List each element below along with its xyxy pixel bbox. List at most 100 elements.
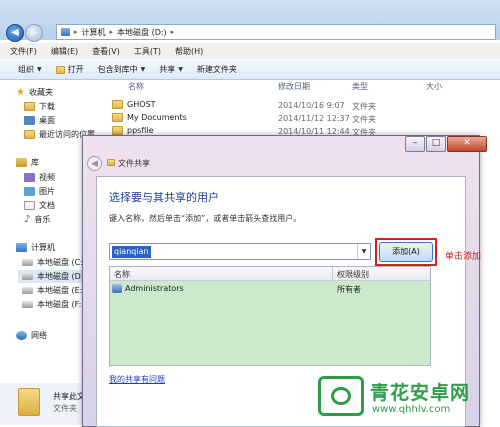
table-row[interactable]: Administrators (112, 284, 184, 293)
nav-pictures[interactable]: 图片 (24, 186, 55, 197)
star-icon: ★ (16, 87, 25, 98)
folder-icon (18, 388, 40, 416)
nav-desktop[interactable]: 桌面 (24, 115, 55, 126)
address-bar[interactable]: ▸ 计算机 ▸ 本地磁盘 (D:) ▸ (56, 24, 496, 40)
computer-icon (61, 28, 70, 36)
dropdown-arrow-icon: ▼ (37, 66, 42, 73)
nav-drive-e[interactable]: 本地磁盘 (E:) (22, 285, 86, 296)
file-date: 2014/11/12 12:37 (278, 114, 350, 123)
share-label: 共享 (159, 65, 176, 74)
nav-label: 音乐 (34, 215, 51, 224)
menu-view[interactable]: 查看(V) (92, 46, 120, 57)
forward-button[interactable]: ▶ (25, 24, 43, 42)
nav-label: 图片 (39, 187, 55, 196)
share-user-table (109, 266, 431, 366)
dropdown-arrow-icon[interactable]: ▼ (357, 244, 370, 259)
file-row[interactable]: GHOST (112, 100, 155, 109)
column-header-date[interactable]: 修改日期 (278, 81, 310, 93)
sharing-problem-link[interactable]: 我的共享有问题 (109, 374, 165, 385)
recent-places-icon (24, 130, 35, 139)
chevron-right-icon: ▸ (109, 28, 114, 36)
dialog-title: 文件共享 (107, 158, 150, 169)
nav-drive-d[interactable]: 本地磁盘 (D:) (18, 270, 91, 283)
library-icon (16, 158, 27, 167)
breadcrumb-drive-d[interactable]: 本地磁盘 (D:) (117, 27, 167, 38)
menu-help[interactable]: 帮助(H) (175, 46, 203, 57)
breadcrumb-computer[interactable]: 计算机 (82, 27, 106, 38)
open-label: 打开 (67, 65, 84, 74)
organize-button[interactable]: 组织 ▼ (18, 64, 42, 75)
share-button[interactable]: 共享 ▼ (159, 64, 183, 75)
file-row[interactable]: ppsfile (112, 126, 154, 135)
drive-icon (22, 301, 33, 308)
nav-music[interactable]: ♪ 音乐 (24, 214, 50, 225)
nav-downloads[interactable]: 下载 (24, 101, 55, 112)
maximize-button[interactable]: □ (426, 136, 446, 152)
nav-computer[interactable]: 计算机 (16, 242, 55, 253)
nav-documents[interactable]: 文档 (24, 200, 55, 211)
nav-drive-f[interactable]: 本地磁盘 (F:) (22, 299, 84, 310)
user-name-input[interactable]: qianqian ▼ (109, 243, 371, 260)
chevron-right-icon: ▸ (74, 28, 78, 36)
back-button[interactable]: ◀ (6, 24, 24, 42)
share-icon (107, 159, 115, 166)
nav-label: 视频 (39, 173, 55, 182)
open-icon (55, 65, 65, 74)
documents-icon (24, 201, 35, 210)
nav-label: 本地磁盘 (C:) (37, 258, 87, 267)
dialog-title-text: 文件共享 (118, 159, 150, 168)
include-label: 包含到库中 (97, 65, 138, 74)
file-name: GHOST (127, 100, 156, 109)
drive-icon (22, 259, 33, 266)
include-library-button[interactable]: 包含到库中 ▼ (98, 64, 146, 75)
open-button[interactable]: 打开 (55, 64, 84, 75)
nav-label: 桌面 (39, 116, 55, 125)
watermark-url: www.qhhlv.com (372, 404, 451, 415)
column-header-name[interactable]: 名称 (128, 81, 144, 93)
row-permission[interactable]: 所有者 (337, 284, 361, 295)
nav-network[interactable]: 网络 (16, 330, 47, 341)
chevron-right-icon: ▸ (170, 28, 175, 36)
close-button[interactable]: ✕ (447, 136, 487, 152)
pictures-icon (24, 187, 35, 196)
new-folder-button[interactable]: 新建文件夹 (197, 64, 237, 75)
nav-label: 库 (31, 158, 39, 167)
nav-label: 收藏夹 (28, 88, 53, 97)
dialog-heading: 选择要与其共享的用户 (109, 191, 219, 204)
file-row[interactable]: My Documents (112, 113, 187, 122)
back-arrow-icon[interactable]: ◀ (87, 156, 102, 171)
drive-icon (22, 287, 33, 294)
nav-drive-c[interactable]: 本地磁盘 (C:) (22, 257, 86, 268)
downloads-icon (24, 102, 35, 111)
details-name: 共享此文 (53, 392, 85, 401)
nav-label: 网络 (31, 331, 47, 340)
annotation-label: 单击添加 (445, 252, 482, 262)
folder-icon (112, 126, 123, 135)
nav-label: 本地磁盘 (F:) (37, 300, 85, 309)
nav-label: 本地磁盘 (E:) (37, 286, 86, 295)
file-type: 文件夹 (352, 115, 376, 124)
menu-edit[interactable]: 编辑(E) (51, 46, 78, 57)
watermark-logo (318, 376, 364, 416)
computer-icon (16, 243, 27, 252)
column-header-type[interactable]: 类型 (352, 81, 368, 93)
column-divider (332, 267, 333, 280)
nav-videos[interactable]: 视频 (24, 172, 55, 183)
nav-libraries[interactable]: 库 (16, 157, 39, 168)
menu-tools[interactable]: 工具(T) (134, 46, 161, 57)
minimize-button[interactable]: – (405, 136, 425, 152)
folder-icon (112, 113, 123, 122)
menu-file[interactable]: 文件(F) (10, 46, 37, 57)
column-header-size[interactable]: 大小 (426, 81, 442, 93)
user-name-value: qianqian (112, 245, 151, 258)
dropdown-arrow-icon: ▼ (178, 66, 183, 73)
nav-label: 本地磁盘 (D:) (37, 272, 87, 281)
table-header-permission[interactable]: 权限级别 (337, 269, 369, 280)
nav-label: 文档 (39, 201, 55, 210)
file-name: My Documents (127, 113, 187, 122)
command-toolbar: 组织 ▼ 打开 包含到库中 ▼ 共享 ▼ 新建文件夹 (0, 60, 500, 80)
table-header-name[interactable]: 名称 (114, 269, 130, 280)
nav-favorites[interactable]: ★ 收藏夹 (16, 87, 53, 98)
nav-label: 计算机 (31, 243, 55, 252)
window-controls: – □ ✕ (405, 136, 487, 152)
